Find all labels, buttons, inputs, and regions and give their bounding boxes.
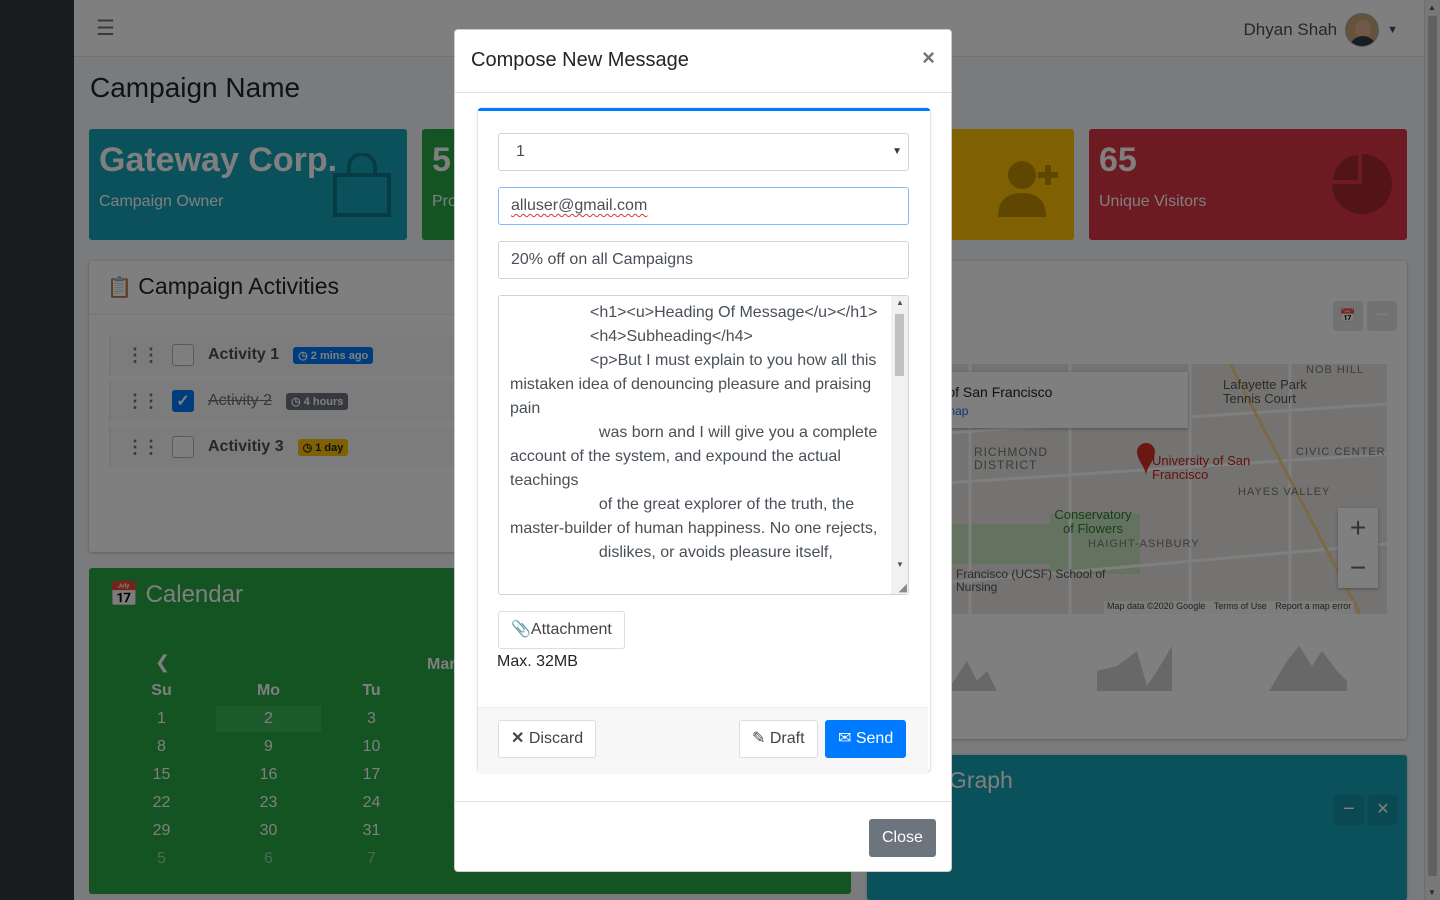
close-button[interactable]: Close: [869, 819, 936, 857]
attachment-label: Attachment: [530, 621, 612, 638]
times-icon: ✕: [511, 730, 525, 747]
scroll-up-icon[interactable]: ▲: [896, 298, 904, 307]
to-email-field[interactable]: alluser@gmail.com: [498, 187, 909, 225]
select-value: 1: [516, 143, 525, 160]
pencil-icon: ✎: [752, 730, 766, 747]
discard-label: Discard: [528, 730, 584, 747]
textarea-scrollbar[interactable]: ▲ ▼: [891, 296, 908, 594]
modal-footer: Close: [455, 801, 951, 871]
attachment-button[interactable]: 📎Attachment: [498, 611, 625, 649]
recipient-select[interactable]: 1 ▼: [498, 133, 909, 171]
message-body-textarea[interactable]: <h1><u>Heading Of Message</u></h1> <h4>S…: [498, 295, 909, 595]
paperclip-icon: 📎: [511, 621, 531, 638]
send-label: Send: [855, 730, 894, 747]
discard-button[interactable]: ✕ Discard: [498, 720, 597, 758]
subject-field[interactable]: 20% off on all Campaigns: [498, 241, 909, 279]
compose-footer: ✕ Discard ✎ Draft ✉ Send: [478, 707, 928, 773]
draft-button[interactable]: ✎ Draft: [739, 720, 818, 758]
send-button[interactable]: ✉ Send: [825, 720, 907, 758]
scroll-thumb[interactable]: [895, 314, 904, 376]
modal-title: Compose New Message: [471, 49, 689, 71]
compose-modal: Compose New Message × 1 ▼ alluser@gmail.…: [454, 29, 952, 872]
modal-header: Compose New Message ×: [455, 30, 951, 93]
draft-label: Draft: [769, 730, 805, 747]
to-email-value: alluser@gmail.com: [511, 197, 648, 214]
max-size-text: Max. 32MB: [497, 653, 578, 670]
chevron-down-icon: ▼: [892, 146, 902, 157]
envelope-icon: ✉: [838, 730, 852, 747]
message-body-text: <h1><u>Heading Of Message</u></h1> <h4>S…: [510, 304, 878, 561]
compose-card: 1 ▼ alluser@gmail.com 20% off on all Cam…: [478, 108, 930, 773]
subject-value: 20% off on all Campaigns: [511, 251, 694, 268]
close-icon[interactable]: ×: [922, 45, 935, 71]
scroll-down-icon[interactable]: ▼: [896, 560, 904, 569]
resize-handle-icon[interactable]: ◢: [899, 581, 907, 594]
